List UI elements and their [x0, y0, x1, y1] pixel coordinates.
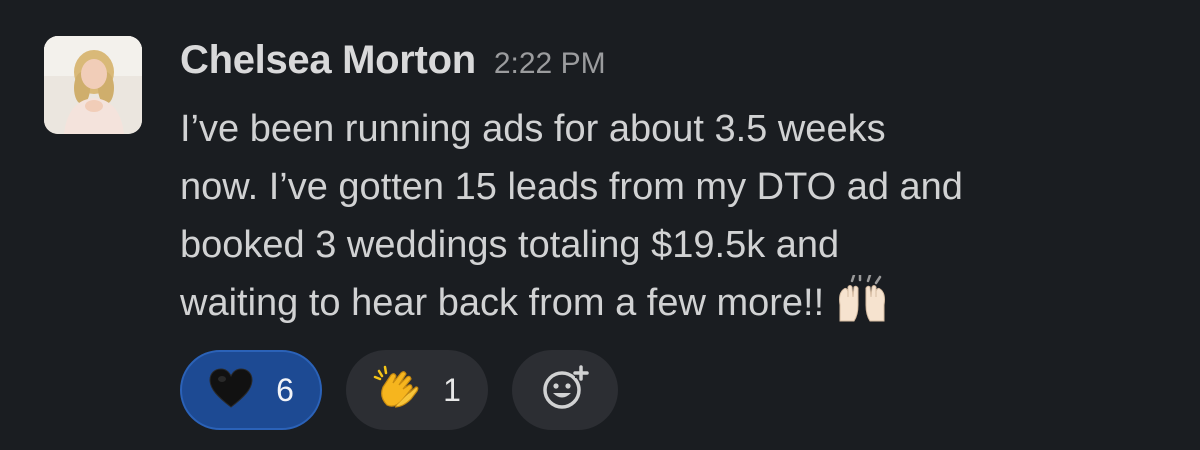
reaction-clap-button[interactable]: 1: [346, 350, 488, 430]
reaction-count: 1: [443, 371, 461, 408]
message-line-text: waiting to hear back from a few more!!: [180, 282, 825, 324]
clapping-hands-icon: [373, 365, 421, 416]
message-header: Chelsea Morton 2:22 PM: [180, 38, 606, 94]
raised-hands-icon: [834, 273, 890, 340]
reaction-heart-button[interactable]: 6: [180, 350, 322, 430]
message-line: I’ve been running ads for about 3.5 week…: [180, 108, 886, 150]
message-body: I’ve been running ads for about 3.5 week…: [180, 100, 1170, 332]
add-reaction-icon: [540, 364, 590, 417]
message-line-last: waiting to hear back from a few more!!: [180, 273, 1170, 332]
message-line: now. I’ve gotten 15 leads from my DTO ad…: [180, 166, 963, 208]
reaction-count: 6: [276, 371, 294, 408]
black-heart-icon: [208, 367, 254, 414]
reactions-bar: 6 1: [180, 350, 618, 430]
timestamp[interactable]: 2:22 PM: [494, 47, 606, 81]
author-name[interactable]: Chelsea Morton: [180, 38, 476, 83]
avatar[interactable]: [44, 36, 142, 134]
message-line: booked 3 weddings totaling $19.5k and: [180, 224, 840, 266]
add-reaction-button[interactable]: [512, 350, 618, 430]
message: Chelsea Morton 2:22 PM I’ve been running…: [0, 0, 1200, 450]
